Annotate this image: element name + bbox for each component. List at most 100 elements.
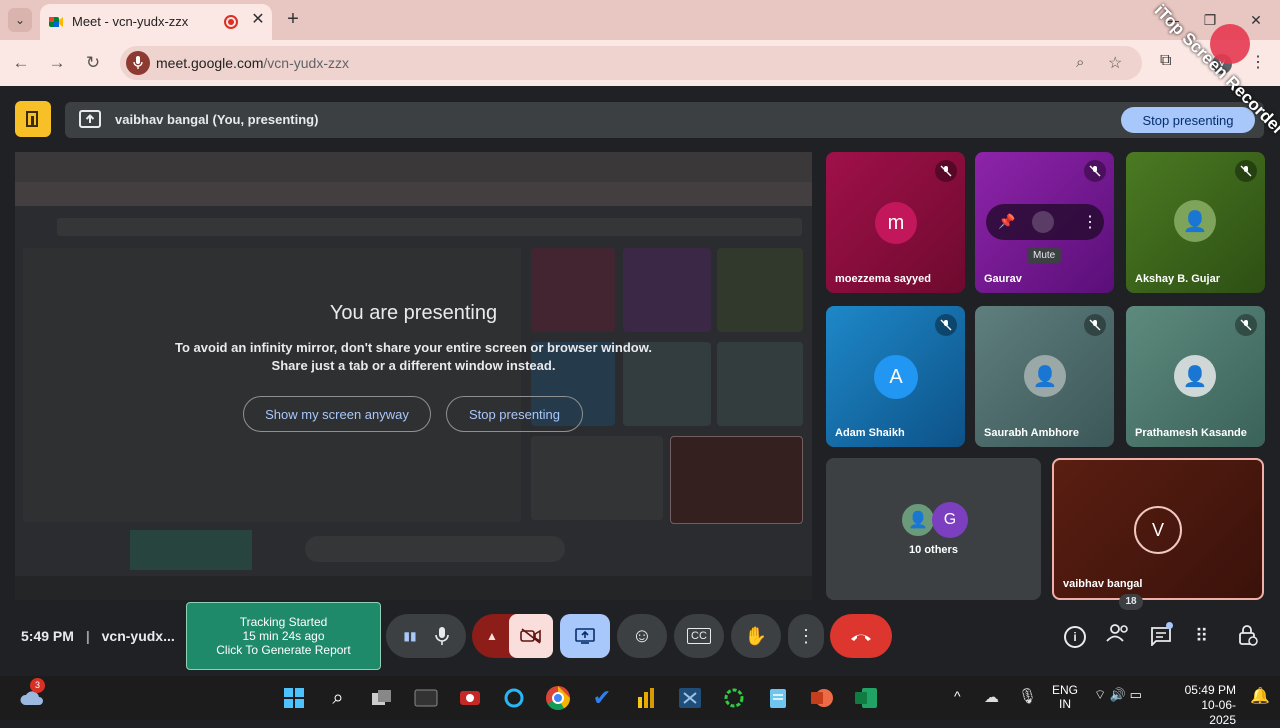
- tracking-line-2: 15 min 24s ago: [242, 629, 325, 643]
- mirror-tile: [531, 436, 663, 520]
- mirror-tracking: [130, 530, 252, 570]
- overlay-stop-presenting-button[interactable]: Stop presenting: [446, 396, 583, 432]
- task-view-icon[interactable]: [368, 684, 396, 712]
- overlay-line-2: Share just a tab or a different window i…: [271, 358, 556, 373]
- raise-hand-button[interactable]: ✋: [731, 614, 781, 658]
- battery-icon: ▭: [1129, 687, 1142, 702]
- wifi-icon: ⌔: [1094, 687, 1107, 702]
- microphone-button[interactable]: ▮▮: [386, 614, 466, 658]
- weather-widget[interactable]: 3: [18, 678, 46, 712]
- captions-icon: CC: [687, 628, 711, 644]
- browser-tab[interactable]: Meet - vcn-yudx-zzx ✕: [40, 4, 272, 40]
- meet-favicon-icon: [49, 17, 63, 27]
- avatar: 👤: [900, 502, 936, 538]
- new-tab-button[interactable]: +: [282, 8, 304, 30]
- participant-tile[interactable]: m moezzema sayyed: [826, 152, 965, 293]
- chat-icon: [1151, 627, 1171, 648]
- watermark-text: iTop Screen Recorder: [1150, 0, 1280, 139]
- windows-taskbar: 3 ⌕ ✔ ^ ☁ 🎙 ENG IN ⌔ 🔊 ▭ 05:49 PM 10-06-…: [0, 676, 1280, 727]
- system-tray-icons[interactable]: ⌔ 🔊 ▭: [1094, 687, 1142, 703]
- forward-icon[interactable]: →: [46, 52, 68, 74]
- loading-app-icon[interactable]: [720, 684, 748, 712]
- overlay-title: You are presenting: [329, 302, 498, 324]
- notifications-icon[interactable]: 🔔: [1250, 686, 1270, 706]
- people-button[interactable]: [1106, 624, 1132, 650]
- taskbar-clock[interactable]: 05:49 PM 10-06-2025: [1178, 683, 1236, 728]
- present-now-button[interactable]: [560, 614, 610, 658]
- power-bi-icon[interactable]: [632, 684, 660, 712]
- leave-call-button[interactable]: [830, 614, 892, 658]
- captions-button[interactable]: CC: [674, 614, 724, 658]
- start-button[interactable]: [280, 684, 308, 712]
- visual-studio-icon[interactable]: [676, 684, 704, 712]
- tracking-report-button[interactable]: Tracking Started 15 min 24s ago Click To…: [186, 602, 381, 670]
- meet-page: vaibhav bangal (You, presenting) Stop pr…: [0, 86, 1280, 676]
- address-bar[interactable]: meet.google.com/vcn-yudx-zzx ⌕ ☆: [120, 46, 1142, 80]
- more-vert-icon: ⋮: [797, 625, 815, 646]
- more-options-icon[interactable]: ⋮: [1082, 212, 1098, 232]
- emoji-reactions-button[interactable]: ☺: [617, 614, 667, 658]
- mirror-stage: [23, 248, 521, 522]
- meeting-details-icon[interactable]: i: [1064, 626, 1086, 648]
- site-mic-icon[interactable]: [126, 51, 150, 75]
- emoji-icon: ☺: [631, 624, 653, 647]
- tab-title: Meet - vcn-yudx-zzx: [72, 14, 189, 29]
- participant-tile[interactable]: 👤 Saurabh Ambhore: [975, 306, 1114, 447]
- reload-icon[interactable]: ↻: [82, 52, 104, 74]
- more-options-button[interactable]: ⋮: [788, 614, 824, 658]
- show-hidden-icons-icon[interactable]: ^: [954, 688, 961, 704]
- notepad-icon[interactable]: [764, 684, 792, 712]
- show-screen-anyway-button[interactable]: Show my screen anyway: [243, 396, 431, 432]
- chat-button[interactable]: [1150, 622, 1173, 651]
- participant-name: Prathamesh Kasande: [1135, 427, 1247, 439]
- avatar: A: [874, 355, 918, 399]
- meeting-code[interactable]: vcn-yudx...: [102, 628, 175, 644]
- tab-search-button[interactable]: ⌄: [8, 8, 32, 32]
- browser-tab-bar: ⌄ Meet - vcn-yudx-zzx ✕ + — ❐ ✕: [0, 0, 1280, 40]
- mirror-banner: [57, 218, 802, 236]
- overlay-line-1: To avoid an infinity mirror, don't share…: [175, 340, 652, 355]
- powerpoint-icon[interactable]: [808, 684, 836, 712]
- todo-icon[interactable]: ✔: [588, 684, 616, 712]
- tile-hover-controls: 📌 ⋮: [986, 204, 1104, 240]
- self-tile[interactable]: V vaibhav bangal: [1052, 458, 1264, 600]
- activities-icon[interactable]: ⠿: [1195, 626, 1208, 647]
- camera-off-icon[interactable]: [509, 614, 553, 658]
- participant-tile[interactable]: A Adam Shaikh: [826, 306, 965, 447]
- avatar: 👤: [1024, 355, 1066, 397]
- terminal-icon[interactable]: [412, 684, 440, 712]
- participant-tile[interactable]: 👤 Akshay B. Gujar: [1126, 152, 1265, 293]
- participant-tile[interactable]: 📌 ⋮ Mute Gaurav: [975, 152, 1114, 293]
- avatar: 👤: [1174, 200, 1216, 242]
- participant-name: Saurabh Ambhore: [984, 427, 1079, 439]
- others-tile[interactable]: 👤 G 10 others: [826, 458, 1041, 600]
- chrome-taskbar-icon[interactable]: [544, 684, 572, 712]
- onedrive-icon[interactable]: ☁: [984, 688, 999, 706]
- presenting-overlay: You are presenting To avoid an infinity …: [15, 302, 812, 375]
- participant-name: Adam Shaikh: [835, 427, 905, 439]
- back-icon[interactable]: ←: [10, 52, 32, 74]
- excel-icon[interactable]: [852, 684, 880, 712]
- mirror-toolbar: [15, 182, 812, 206]
- language-code: ENG: [1052, 683, 1079, 697]
- pin-icon[interactable]: 📌: [998, 213, 1015, 230]
- taskbar-date: 10-06-2025: [1201, 698, 1236, 727]
- participant-tile[interactable]: 👤 Prathamesh Kasande: [1126, 306, 1265, 447]
- cortana-icon[interactable]: [500, 684, 528, 712]
- mirror-controls: [305, 536, 565, 562]
- host-controls-icon[interactable]: [1238, 624, 1258, 651]
- zoom-icon[interactable]: ⌕: [1076, 54, 1084, 71]
- mic-off-icon: [935, 160, 957, 182]
- tray-mic-icon[interactable]: 🎙: [1018, 687, 1037, 705]
- mirror-self-tile: [670, 436, 803, 524]
- mic-off-icon: [1084, 314, 1106, 336]
- chevron-up-icon[interactable]: ▲: [486, 629, 498, 643]
- meet-logo[interactable]: [15, 101, 51, 137]
- volume-icon: 🔊: [1109, 687, 1127, 702]
- language-indicator[interactable]: ENG IN: [1052, 683, 1078, 711]
- mute-participant-icon[interactable]: [1032, 211, 1054, 233]
- taskbar-time: 05:49 PM: [1184, 683, 1236, 697]
- tab-close-icon[interactable]: ✕: [248, 10, 268, 30]
- screen-recorder-app-icon[interactable]: [456, 684, 484, 712]
- search-icon[interactable]: ⌕: [324, 684, 352, 712]
